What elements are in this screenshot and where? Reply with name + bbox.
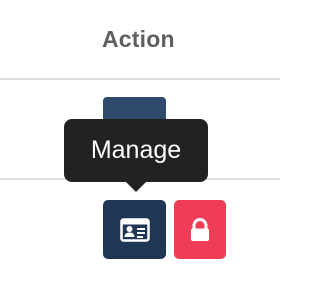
action-header-label: Action: [102, 26, 175, 52]
lock-button[interactable]: [174, 200, 226, 259]
action-table: Action Manage: [0, 0, 280, 283]
action-column-header: Action: [0, 0, 280, 80]
manage-button[interactable]: [103, 200, 166, 259]
manage-tooltip-text: Manage: [90, 136, 182, 164]
id-card-icon: [119, 217, 150, 242]
manage-tooltip: Manage: [64, 119, 208, 182]
tooltip-arrow: [126, 182, 146, 192]
lock-icon: [189, 217, 211, 242]
